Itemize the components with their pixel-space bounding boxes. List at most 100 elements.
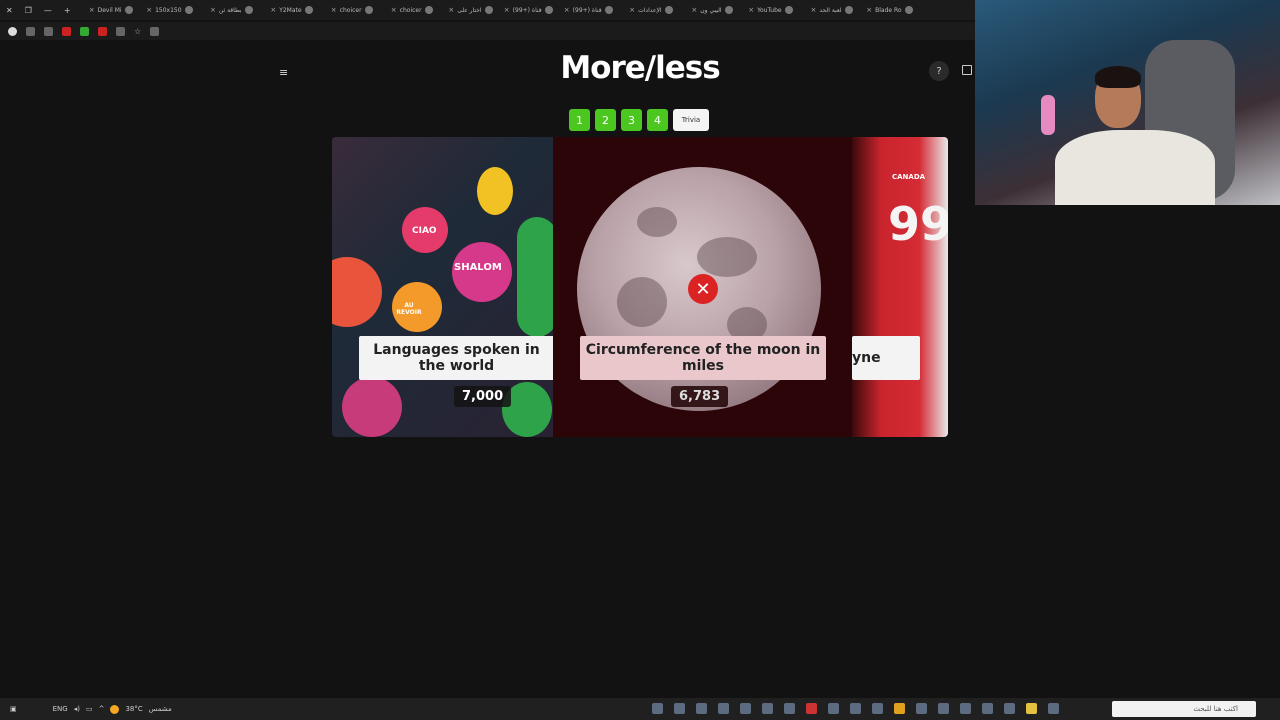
app-icon[interactable] <box>982 703 993 714</box>
tab-label: Blade Ro <box>875 6 902 14</box>
app-icon[interactable] <box>1004 703 1015 714</box>
weather-desc: مشمس <box>148 705 172 713</box>
microphone <box>1041 95 1055 135</box>
app-icon[interactable] <box>762 703 773 714</box>
level-1-button[interactable]: 1 <box>569 109 590 131</box>
app-icon[interactable] <box>718 703 729 714</box>
browser-tab[interactable]: × الإعدادات <box>617 0 677 20</box>
tab-close-icon[interactable]: × <box>866 6 872 14</box>
flower-decoration <box>342 377 402 437</box>
hamburger-menu-icon[interactable]: ≡ <box>279 66 288 79</box>
browser-tab[interactable]: × اليبي ون <box>677 0 737 20</box>
extension-icon[interactable] <box>80 26 89 36</box>
help-button[interactable]: ? <box>929 61 949 81</box>
card-previous[interactable]: CIAO SHALOM AU REVOIR Languages spoken i… <box>332 137 554 437</box>
tab-close-icon[interactable]: × <box>391 6 397 14</box>
browser-tab[interactable]: × لعبة الحد <box>797 0 857 20</box>
card-label: yne <box>852 336 920 380</box>
tab-favicon-icon <box>184 6 193 14</box>
trivia-button[interactable]: Trivia <box>673 109 709 131</box>
network-icon[interactable]: ▭ <box>86 705 93 713</box>
browser-tab[interactable]: × Devil Mi <box>77 0 137 20</box>
volume-icon[interactable]: ◂) <box>74 705 80 713</box>
tab-favicon-icon <box>784 6 793 14</box>
tab-close-icon[interactable]: × <box>270 6 276 14</box>
level-2-button[interactable]: 2 <box>595 109 616 131</box>
extension-icon[interactable] <box>44 26 53 36</box>
tab-label: Devil Mi <box>97 6 122 14</box>
tab-favicon-icon <box>424 6 433 14</box>
browser-tab[interactable]: × اختار على <box>437 0 497 20</box>
browser-tab[interactable]: × choicer <box>317 0 377 20</box>
tab-close-icon[interactable]: × <box>89 6 95 14</box>
taskbar-search-input[interactable]: اكتب هنا للبحث <box>1112 701 1256 717</box>
extension-icon[interactable] <box>116 26 125 36</box>
extension-icon[interactable] <box>62 26 71 36</box>
tab-favicon-icon <box>604 6 613 14</box>
tab-close-icon[interactable]: × <box>629 6 635 14</box>
tab-close-icon[interactable]: × <box>811 6 817 14</box>
tab-label: YouTube <box>757 6 782 14</box>
browser-tab[interactable]: × بطاقة ثن <box>197 0 257 20</box>
calendar-icon[interactable] <box>962 65 972 75</box>
tab-close-icon[interactable]: × <box>748 6 754 14</box>
file-explorer-icon[interactable] <box>1026 703 1037 714</box>
language-indicator[interactable]: ENG <box>53 705 68 713</box>
tab-label: الإعدادات <box>638 6 662 14</box>
taskbar-apps <box>652 703 1059 714</box>
extension-icon[interactable] <box>98 26 107 36</box>
card-next[interactable]: CANADA 99 yne <box>852 137 948 437</box>
app-icon[interactable] <box>850 703 861 714</box>
app-icon[interactable] <box>740 703 751 714</box>
browser-tab[interactable]: × Blade Ro <box>857 0 917 20</box>
extension-icon[interactable] <box>150 26 160 36</box>
profile-icon[interactable] <box>8 26 17 36</box>
tab-favicon-icon <box>364 6 373 14</box>
app-icon[interactable] <box>938 703 949 714</box>
browser-tab[interactable]: × (99+) قناة <box>497 0 557 20</box>
extension-icon[interactable] <box>26 26 35 36</box>
browser-tab[interactable]: × 150x150 <box>137 0 197 20</box>
app-icon[interactable] <box>784 703 795 714</box>
app-icon[interactable] <box>828 703 839 714</box>
tab-close-icon[interactable]: × <box>448 6 454 14</box>
browser-tab[interactable]: × Y2Mate <box>257 0 317 20</box>
bookmark-star-icon[interactable]: ☆ <box>134 27 141 36</box>
new-tab-icon[interactable]: + <box>58 6 77 15</box>
app-icon[interactable] <box>916 703 927 714</box>
app-icon[interactable] <box>674 703 685 714</box>
tab-close-icon[interactable]: × <box>564 6 570 14</box>
app-icon[interactable] <box>806 703 817 714</box>
tab-close-icon[interactable]: × <box>210 6 216 14</box>
window-minimize-icon[interactable]: — <box>38 6 58 15</box>
jersey-text: CANADA <box>892 173 926 181</box>
tray-expand-icon[interactable]: ^ <box>99 705 105 713</box>
weather-icon[interactable] <box>110 704 120 714</box>
app-icon[interactable] <box>872 703 883 714</box>
browser-tab[interactable]: × choicer <box>377 0 437 20</box>
browser-tab[interactable]: × (99+) قناة <box>557 0 617 20</box>
level-3-button[interactable]: 3 <box>621 109 642 131</box>
card-label: Circumference of the moon in miles <box>580 336 826 380</box>
window-close-icon[interactable]: ✕ <box>0 6 19 15</box>
app-icon[interactable] <box>652 703 663 714</box>
au-revoir-sign: AU REVOIR <box>396 302 422 316</box>
weather-temp: 38°C <box>125 705 143 713</box>
start-icon[interactable]: ▣ <box>10 705 17 713</box>
chrome-icon[interactable] <box>894 703 905 714</box>
level-selector: 1 2 3 4 Trivia <box>569 109 709 131</box>
browser-tab[interactable]: × YouTube <box>737 0 797 20</box>
tab-close-icon[interactable]: × <box>331 6 337 14</box>
ciao-sign: CIAO <box>412 226 437 236</box>
app-icon[interactable] <box>960 703 971 714</box>
window-restore-icon[interactable]: ❐ <box>19 6 38 15</box>
tab-label: لعبة الحد <box>819 6 842 14</box>
card-current[interactable]: ✕ Circumference of the moon in miles 6,7… <box>553 137 852 437</box>
tab-close-icon[interactable]: × <box>146 6 152 14</box>
tab-favicon-icon <box>844 6 853 14</box>
task-view-icon[interactable] <box>1048 703 1059 714</box>
tab-close-icon[interactable]: × <box>691 6 697 14</box>
tab-close-icon[interactable]: × <box>504 6 510 14</box>
app-icon[interactable] <box>696 703 707 714</box>
level-4-button[interactable]: 4 <box>647 109 668 131</box>
